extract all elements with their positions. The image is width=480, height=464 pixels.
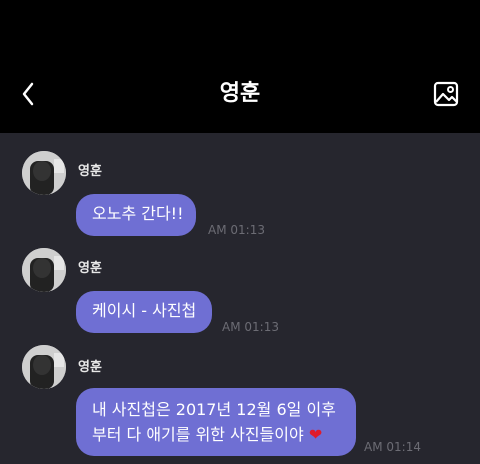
message-text: 오노추 간다!! bbox=[92, 204, 184, 223]
image-gallery-icon bbox=[433, 81, 459, 107]
avatar-photo-icon bbox=[22, 345, 66, 389]
message-text: 케이시 - 사진첩 bbox=[92, 301, 197, 320]
sender-name: 영훈 bbox=[78, 360, 102, 375]
message-bubble[interactable]: 내 사진첩은 2017년 12월 6일 이후 부터 다 애기를 위한 사진들이야… bbox=[76, 388, 356, 456]
message-text-line-1: 내 사진첩은 2017년 12월 6일 이후 bbox=[92, 400, 336, 419]
heart-emoji-icon: ❤ bbox=[308, 425, 323, 444]
message-time: AM 01:13 bbox=[208, 223, 265, 237]
top-bar: 영훈 bbox=[0, 0, 480, 133]
gallery-button[interactable] bbox=[433, 81, 459, 107]
chat-title: 영훈 bbox=[219, 81, 261, 106]
sender-name: 영훈 bbox=[78, 164, 102, 179]
message-time: AM 01:14 bbox=[364, 440, 421, 454]
message-bubble[interactable]: 케이시 - 사진첩 bbox=[76, 291, 212, 333]
message-time: AM 01:13 bbox=[222, 320, 279, 334]
avatar[interactable] bbox=[22, 248, 66, 292]
avatar-photo-icon bbox=[22, 248, 66, 292]
avatar[interactable] bbox=[22, 151, 66, 195]
message-bubble[interactable]: 오노추 간다!! bbox=[76, 194, 196, 236]
avatar[interactable] bbox=[22, 345, 66, 389]
message-text-line-2: 부터 다 애기를 위한 사진들이야 bbox=[92, 425, 304, 444]
sender-name: 영훈 bbox=[78, 261, 102, 276]
avatar-photo-icon bbox=[22, 151, 66, 195]
